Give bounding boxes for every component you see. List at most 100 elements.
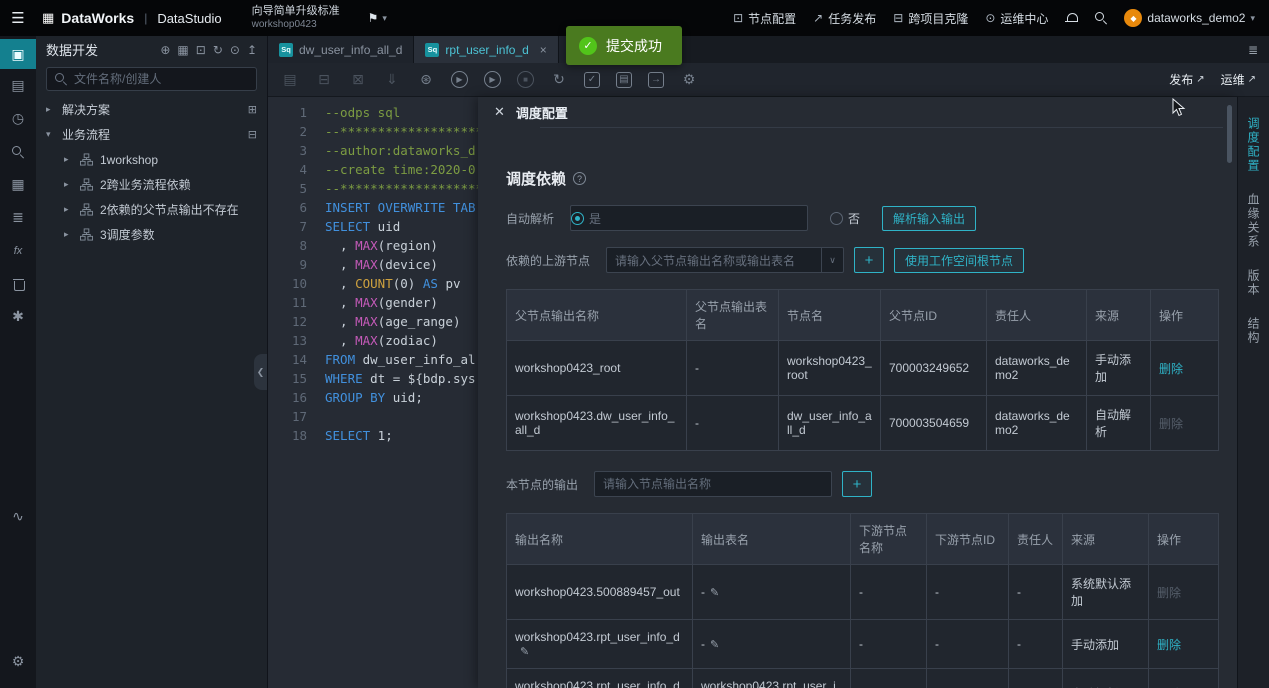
grid-icon[interactable]: ⊞ [248,103,257,116]
rail-list-icon[interactable]: ≣ [0,201,36,234]
rail-table-icon[interactable]: ▦ [0,168,36,201]
vtab-schedule-config[interactable]: 调度配置 [1245,107,1262,183]
notification-bell-icon[interactable] [1065,12,1079,25]
workspace-subtitle: workshop0423 [251,18,317,30]
advanced-run-icon[interactable]: ▶ [484,71,501,88]
run-log-icon[interactable]: ▤ [616,71,632,88]
tab-rpt-user-info-d[interactable]: Sq rpt_user_info_d × [414,36,559,63]
hamburger-menu-icon[interactable]: ☰ [0,9,36,27]
nav-node-config[interactable]: ⊡ 节点配置 [733,10,796,27]
reload-icon[interactable]: ↻ [550,71,568,89]
radio-yes[interactable]: 是 [570,205,809,231]
parent-output-name: workshop0423.dw_user_info_all_d [506,395,687,451]
brand-logo[interactable]: ▦ DataWorks | DataStudio [42,10,222,26]
delete-link[interactable]: 删除 [1159,362,1183,376]
flag-dropdown[interactable]: ⚑ ▾ [368,11,387,25]
search-input[interactable] [74,72,248,86]
output-table-name: workshop0423.rpt_user_info_d [692,668,851,688]
import-icon[interactable]: ▦ [177,43,188,57]
node-name: workshop0423_root [778,340,881,396]
save-all-icon[interactable]: ⊟ [315,71,333,89]
edit-icon[interactable]: ✎ [710,639,719,651]
owner: - [1008,619,1063,669]
panel-scrollbar-thumb[interactable] [1227,105,1232,163]
vtab-lineage[interactable]: 血缘关系 [1245,183,1262,259]
use-root-node-button[interactable]: 使用工作空间根节点 [894,247,1025,273]
output-table-name: - ✎ [692,619,851,669]
help-icon[interactable]: ? [573,172,587,185]
rail-recycle-bin-icon[interactable] [0,267,36,300]
parse-io-button[interactable]: 解析输入输出 [882,205,977,231]
auto-parse-label: 自动解析 [506,211,555,226]
vtab-structure[interactable]: 结构 [1245,307,1262,355]
ops-button[interactable]: 运维 ↗ [1221,71,1256,88]
nav-ops-center[interactable]: ⊙ 运维中心 [985,10,1048,27]
tab-dw-user-info-all-d[interactable]: Sq dw_user_info_all_d [268,36,415,63]
vtab-versions[interactable]: 版本 [1245,259,1262,307]
parent-node-id-link[interactable]: 700003249652 [880,340,987,396]
editor-tabs-bar: Sq dw_user_info_all_d Sq rpt_user_info_d… [268,36,1269,63]
save-icon[interactable]: ▤ [281,71,299,89]
goto-icon[interactable]: → [648,71,664,88]
workflow-icon [80,203,93,216]
auto-parse-row: 自动解析 是 否 解析输入输出 [506,205,1219,231]
tree-item-workflow[interactable]: ▸ 1workshop [36,147,267,172]
syntax-check-icon[interactable]: ✓ [584,71,600,88]
rail-schedule-icon[interactable]: ◷ [0,102,36,135]
col-header: 父节点ID [880,289,987,341]
task-publish-icon: ↗ [813,11,824,25]
tree-item-workflow[interactable]: ▸ 3调度参数 [36,222,267,247]
parent-output-table-name: - [686,340,779,396]
parent-output-select[interactable]: 请输入父节点输出名称或输出表名 ∨ [606,247,845,273]
edit-icon[interactable]: ✎ [520,646,529,658]
node-output-table: 输出名称 输出表名 下游节点名称 下游节点ID 责任人 来源 操作 worksh… [506,513,1219,688]
run-icon[interactable]: ▶ [451,71,468,88]
edit-icon[interactable]: ✎ [710,587,719,599]
tree-section-solutions[interactable]: ▸ 解决方案 ⊞ [36,97,267,122]
table-header-row: 输出名称 输出表名 下游节点名称 下游节点ID 责任人 来源 操作 [506,513,1219,565]
sidebar-collapse-handle[interactable]: ❮ [254,354,267,390]
close-icon[interactable]: ✕ [494,104,505,120]
rail-monitor-icon[interactable]: ∿ [0,500,36,533]
rail-component-icon[interactable]: ✱ [0,300,36,333]
user-menu[interactable]: ◆ dataworks_demo2 ▾ [1124,9,1255,27]
nav-cross-project-clone[interactable]: ⊟ 跨项目克隆 [893,10,968,27]
stop-icon[interactable]: ■ [517,71,534,88]
rail-settings-gear-icon[interactable]: ⚙ [0,645,36,678]
col-header: 下游节点名称 [850,513,927,565]
upload-icon[interactable]: ↥ [247,43,257,57]
publish-button[interactable]: 发布 ↗ [1169,71,1204,88]
tabs-overflow-menu-icon[interactable]: ≣ [1237,36,1269,63]
add-upstream-button[interactable]: + [854,247,885,273]
rail-manual-icon[interactable]: ▤ [0,69,36,102]
download-icon[interactable]: ⇓ [383,71,401,89]
sidebar-title: 数据开发 [46,43,99,58]
rail-search-icon[interactable] [0,135,36,168]
node-output-input[interactable] [594,471,833,497]
close-icon[interactable]: × [540,43,547,57]
tools-icon[interactable] [1095,12,1107,24]
rail-datastudio-icon[interactable]: ▣ [0,39,36,69]
format-icon[interactable]: ⚙ [680,71,698,89]
nav-task-publish[interactable]: ↗ 任务发布 [813,10,876,27]
refresh-icon[interactable]: ↻ [213,43,223,57]
rail-function-icon[interactable]: fx [0,234,36,267]
tree-item-workflow[interactable]: ▸ 2跨业务流程依赖 [36,172,267,197]
locate-icon[interactable]: ⊙ [230,43,240,57]
radio-no[interactable]: 否 [830,210,860,227]
doc-icon[interactable]: ⊡ [196,43,206,57]
add-output-button[interactable]: + [842,471,873,497]
parent-node-id-link[interactable]: 700003504659 [880,395,987,451]
sql-node-icon: Sq [279,42,293,57]
delete-link-disabled: 删除 [1157,585,1182,600]
tree-item-workflow[interactable]: ▸ 2依赖的父节点输出不存在 [36,197,267,222]
delete-link[interactable]: 删除 [1157,638,1181,652]
new-node-icon[interactable]: ⊕ [160,43,170,57]
clone-icon: ⊟ [893,11,904,25]
cost-estimate-icon[interactable]: ⊛ [417,71,435,89]
file-tree-sidebar: 数据开发 ⊕ ▦ ⊡ ↻ ⊙ ↥ ▸ 解决方案 ⊞ ▾ 业务流程 ⊟ ▸ [36,36,268,688]
search-icon [55,73,67,85]
lock-icon[interactable]: ⊠ [349,71,367,89]
tree-section-workflows[interactable]: ▾ 业务流程 ⊟ [36,122,267,147]
panel-icon[interactable]: ⊟ [248,128,257,141]
